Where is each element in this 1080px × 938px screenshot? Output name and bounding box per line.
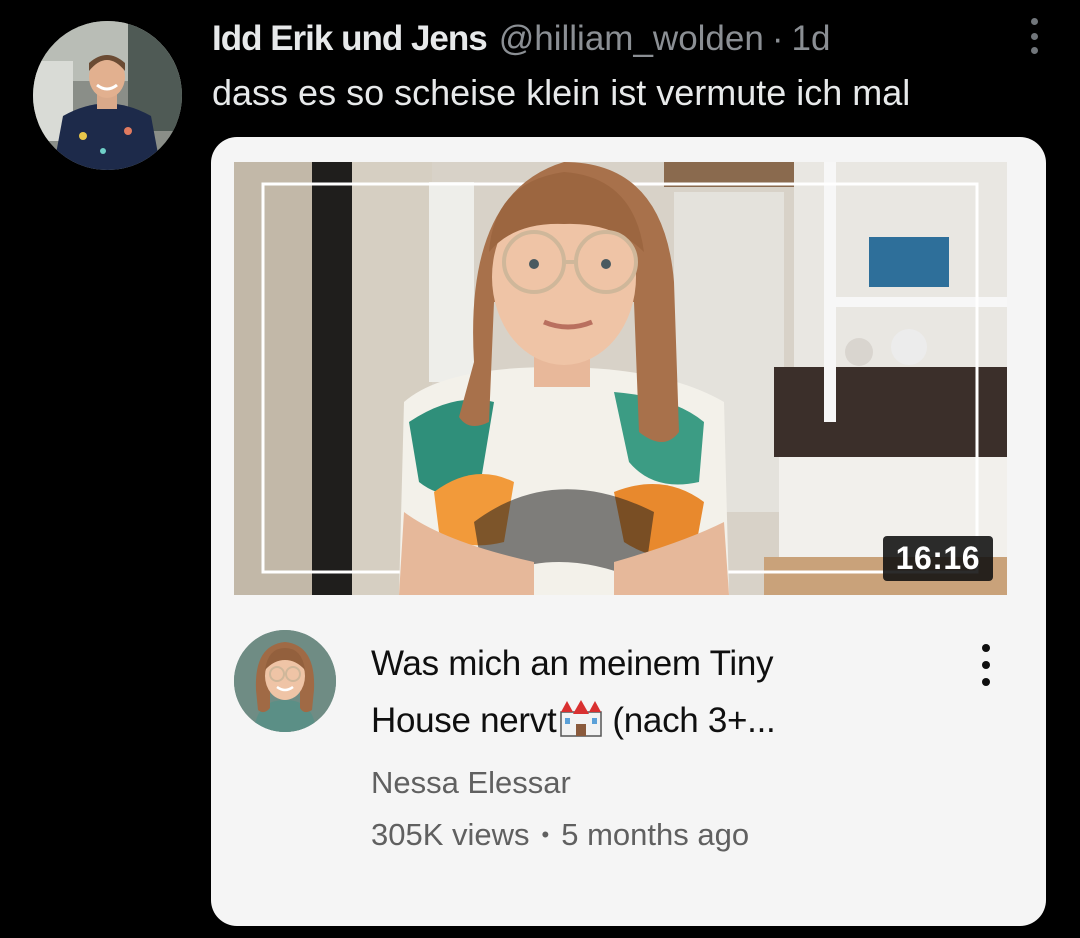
view-count: 305K views [371, 817, 530, 852]
video-title-line2-start: House nervt [371, 701, 557, 740]
thumbnail-image [234, 162, 1007, 595]
video-duration-badge: 16:16 [882, 536, 993, 581]
tweet: Idd Erik und Jens @hilliam_wolden · 1d d… [0, 0, 1080, 938]
video-title[interactable]: Was mich an meinem Tiny House nervt (nac… [371, 635, 931, 755]
video-title-line1: Was mich an meinem Tiny [371, 644, 774, 683]
video-meta: 305K views • 5 months ago [371, 817, 749, 853]
video-title-line2-end: (nach 3+... [612, 701, 776, 740]
author-name[interactable]: Idd Erik und Jens [212, 19, 488, 59]
video-thumbnail[interactable]: 16:16 [234, 162, 1007, 595]
header-separator: · [771, 19, 784, 58]
author-avatar-image [33, 21, 182, 170]
channel-avatar-image [234, 630, 336, 732]
channel-name[interactable]: Nessa Elessar [371, 765, 571, 801]
tweet-timestamp[interactable]: 1d [792, 19, 831, 59]
video-title-line2: House nervt (nach 3+... [371, 692, 931, 755]
tweet-header: Idd Erik und Jens @hilliam_wolden · 1d [212, 16, 830, 62]
meta-separator: • [541, 822, 550, 847]
castle-icon [558, 698, 604, 755]
upload-age: 5 months ago [561, 817, 750, 852]
author-avatar[interactable] [33, 21, 182, 170]
more-options-icon[interactable] [1028, 18, 1040, 54]
video-card[interactable]: 16:16 Was mich an meinem Tiny House nerv… [211, 137, 1046, 926]
video-more-options-icon[interactable] [979, 644, 993, 686]
channel-avatar[interactable] [234, 630, 336, 732]
tweet-text: dass es so scheise klein ist vermute ich… [212, 72, 911, 113]
author-handle[interactable]: @hilliam_wolden [499, 19, 764, 59]
